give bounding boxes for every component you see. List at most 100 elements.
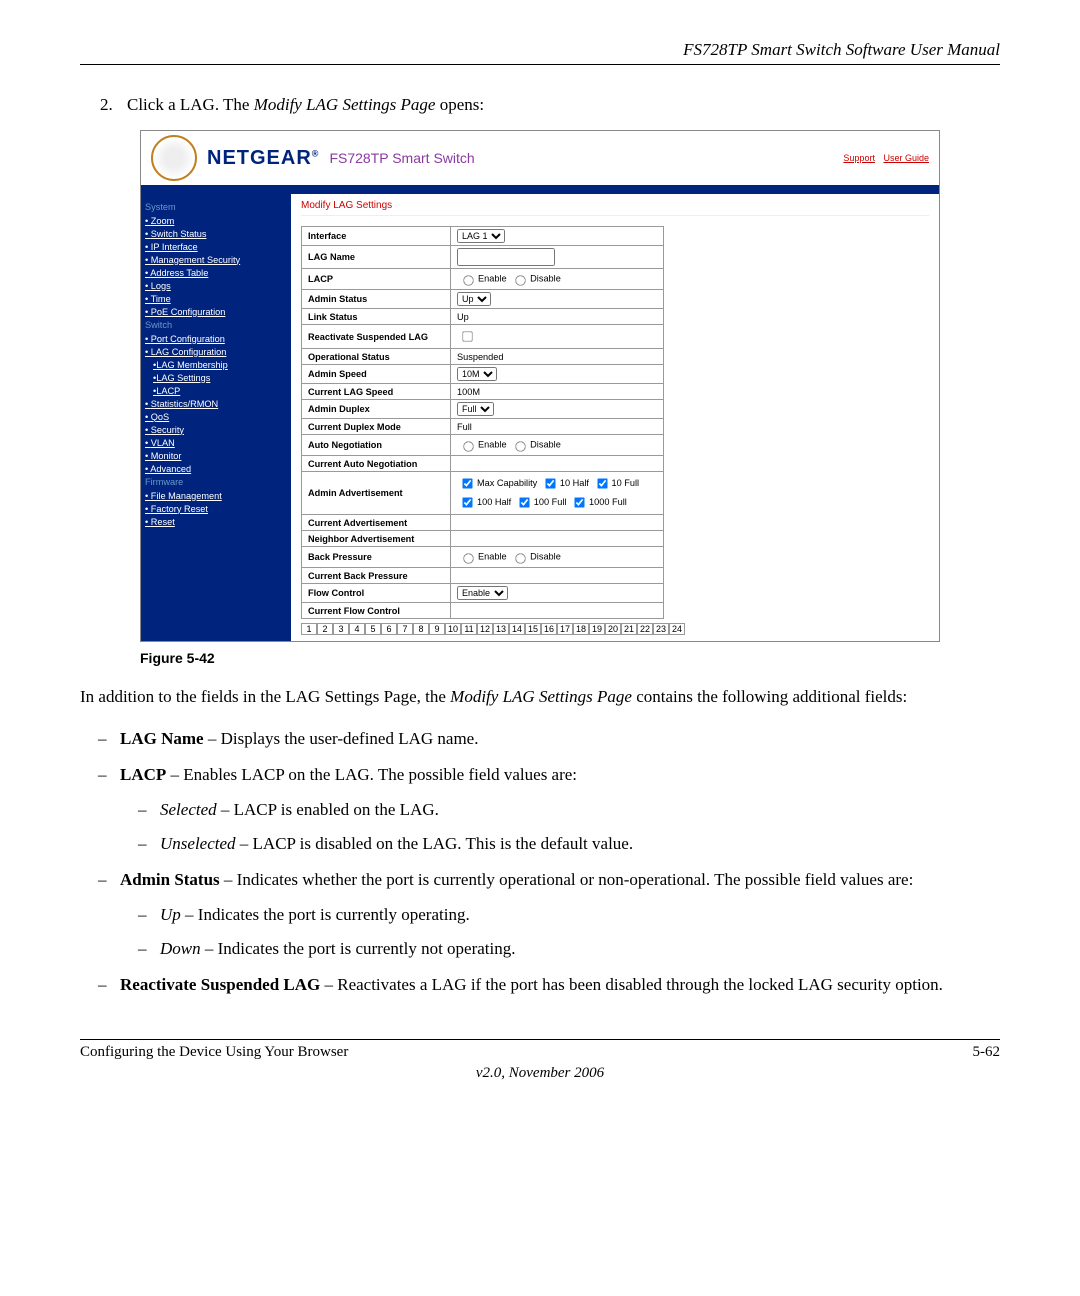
port-cell[interactable]: 12: [477, 623, 493, 635]
page-title: Modify LAG Settings: [301, 200, 929, 216]
sidebar-item-logs[interactable]: Logs: [145, 279, 287, 292]
sidebar-item-switch-status[interactable]: Switch Status: [145, 227, 287, 240]
port-cell[interactable]: 5: [365, 623, 381, 635]
port-cell[interactable]: 21: [621, 623, 637, 635]
sidebar-item-stats[interactable]: Statistics/RMON: [145, 397, 287, 410]
sidebar-item-file-mgmt[interactable]: File Management: [145, 489, 287, 502]
port-cell[interactable]: 16: [541, 623, 557, 635]
adv-10f-checkbox[interactable]: [597, 478, 607, 488]
port-cell[interactable]: 1: [301, 623, 317, 635]
port-cell[interactable]: 4: [349, 623, 365, 635]
adv-100f-checkbox[interactable]: [519, 497, 529, 507]
port-cell[interactable]: 15: [525, 623, 541, 635]
port-cell[interactable]: 6: [381, 623, 397, 635]
adv-100h-checkbox[interactable]: [462, 497, 472, 507]
sidebar-item-time[interactable]: Time: [145, 292, 287, 305]
row-reactsusp-label: Reactivate Suspended LAG: [302, 325, 451, 349]
row-lagname-label: LAG Name: [302, 246, 451, 269]
sidebar-item-reset[interactable]: Reset: [145, 515, 287, 528]
field-list: LAG Name – Displays the user-defined LAG…: [80, 726, 1000, 999]
adminspeed-select[interactable]: 10M: [457, 367, 497, 381]
port-cell[interactable]: 23: [653, 623, 669, 635]
row-curlagspeed-label: Current LAG Speed: [302, 384, 451, 400]
support-link[interactable]: Support: [843, 153, 875, 163]
scr-header: NETGEAR® FS728TP Smart Switch Support Us…: [141, 131, 939, 185]
adv-maxcap-checkbox[interactable]: [462, 478, 472, 488]
sidebar-item-lag-membership[interactable]: LAG Membership: [153, 358, 287, 371]
autoneg-enable-radio[interactable]: [463, 441, 473, 451]
sidebar-item-poe[interactable]: PoE Configuration: [145, 305, 287, 318]
row-neighadv-label: Neighbor Advertisement: [302, 531, 451, 547]
port-cell[interactable]: 17: [557, 623, 573, 635]
port-cell[interactable]: 13: [493, 623, 509, 635]
port-cell[interactable]: 18: [573, 623, 589, 635]
field-lacp-unselected: Unselected – LACP is disabled on the LAG…: [160, 831, 1000, 857]
product-name: FS728TP Smart Switch: [329, 150, 474, 166]
sidebar-item-vlan[interactable]: VLAN: [145, 436, 287, 449]
autoneg-disable-radio[interactable]: [515, 441, 525, 451]
sidebar-item-monitor[interactable]: Monitor: [145, 449, 287, 462]
sidebar-item-zoom[interactable]: Zoom: [145, 214, 287, 227]
row-adminstatus-label: Admin Status: [302, 290, 451, 309]
row-adminduplex-label: Admin Duplex: [302, 400, 451, 419]
intro-paragraph: In addition to the fields in the LAG Set…: [80, 686, 1000, 709]
backpress-disable-radio[interactable]: [515, 553, 525, 563]
port-cell[interactable]: 7: [397, 623, 413, 635]
adminstatus-select[interactable]: Up: [457, 292, 491, 306]
row-flowctrl-label: Flow Control: [302, 584, 451, 603]
row-curflowctrl-label: Current Flow Control: [302, 603, 451, 619]
port-cell[interactable]: 22: [637, 623, 653, 635]
row-opstatus-label: Operational Status: [302, 349, 451, 365]
sidebar-item-lacp[interactable]: LACP: [153, 384, 287, 397]
lacp-enable-radio[interactable]: [463, 275, 473, 285]
port-cell[interactable]: 8: [413, 623, 429, 635]
sidebar-item-port-config[interactable]: Port Configuration: [145, 332, 287, 345]
main-panel: Modify LAG Settings Interface LAG 1 LAG …: [291, 194, 939, 641]
port-cell[interactable]: 2: [317, 623, 333, 635]
row-curduplex-label: Current Duplex Mode: [302, 419, 451, 435]
sidebar-item-factory-reset[interactable]: Factory Reset: [145, 502, 287, 515]
row-curbackpress-label: Current Back Pressure: [302, 568, 451, 584]
sidebar-item-security[interactable]: Security: [145, 423, 287, 436]
port-cell[interactable]: 19: [589, 623, 605, 635]
port-cell[interactable]: 10: [445, 623, 461, 635]
settings-table: Interface LAG 1 LAG Name LACP Enable Dis…: [301, 226, 664, 619]
reactsusp-checkbox[interactable]: [462, 331, 472, 341]
row-lacp-label: LACP: [302, 269, 451, 290]
footer-right: 5-62: [973, 1044, 1001, 1061]
sidebar-item-advanced[interactable]: Advanced: [145, 462, 287, 475]
row-opstatus-value: Suspended: [451, 349, 664, 365]
sidebar-item-mgmt-security[interactable]: Management Security: [145, 253, 287, 266]
port-cell[interactable]: 11: [461, 623, 477, 635]
sidebar-item-qos[interactable]: QoS: [145, 410, 287, 423]
port-cell[interactable]: 20: [605, 623, 621, 635]
backpress-enable-radio[interactable]: [463, 553, 473, 563]
row-linkstatus-label: Link Status: [302, 309, 451, 325]
flowctrl-select[interactable]: Enable: [457, 586, 508, 600]
field-lacp-selected: Selected – LACP is enabled on the LAG.: [160, 797, 1000, 823]
user-guide-link[interactable]: User Guide: [883, 153, 929, 163]
sidebar-item-ip-interface[interactable]: IP Interface: [145, 240, 287, 253]
page-footer: Configuring the Device Using Your Browse…: [80, 1039, 1000, 1061]
footer-version: v2.0, November 2006: [80, 1065, 1000, 1082]
field-adminstatus-up: Up – Indicates the port is currently ope…: [160, 902, 1000, 928]
row-curduplex-value: Full: [451, 419, 664, 435]
row-adminspeed-label: Admin Speed: [302, 365, 451, 384]
adv-10h-checkbox[interactable]: [545, 478, 555, 488]
port-row: 123456789101112131415161718192021222324: [301, 623, 929, 635]
sidebar-item-lag-config[interactable]: LAG Configuration: [145, 345, 287, 358]
lacp-disable-radio[interactable]: [515, 275, 525, 285]
sidebar-item-address-table[interactable]: Address Table: [145, 266, 287, 279]
sidebar-item-lag-settings[interactable]: LAG Settings: [153, 371, 287, 384]
netgear-logo-icon: [151, 135, 197, 181]
sidebar: System Zoom Switch Status IP Interface M…: [141, 194, 291, 641]
interface-select[interactable]: LAG 1: [457, 229, 505, 243]
port-cell[interactable]: 9: [429, 623, 445, 635]
port-cell[interactable]: 3: [333, 623, 349, 635]
row-adminadv-label: Admin Advertisement: [302, 472, 451, 515]
adminduplex-select[interactable]: Full: [457, 402, 494, 416]
port-cell[interactable]: 14: [509, 623, 525, 635]
adv-1000f-checkbox[interactable]: [574, 497, 584, 507]
port-cell[interactable]: 24: [669, 623, 685, 635]
lagname-input[interactable]: [457, 248, 555, 266]
